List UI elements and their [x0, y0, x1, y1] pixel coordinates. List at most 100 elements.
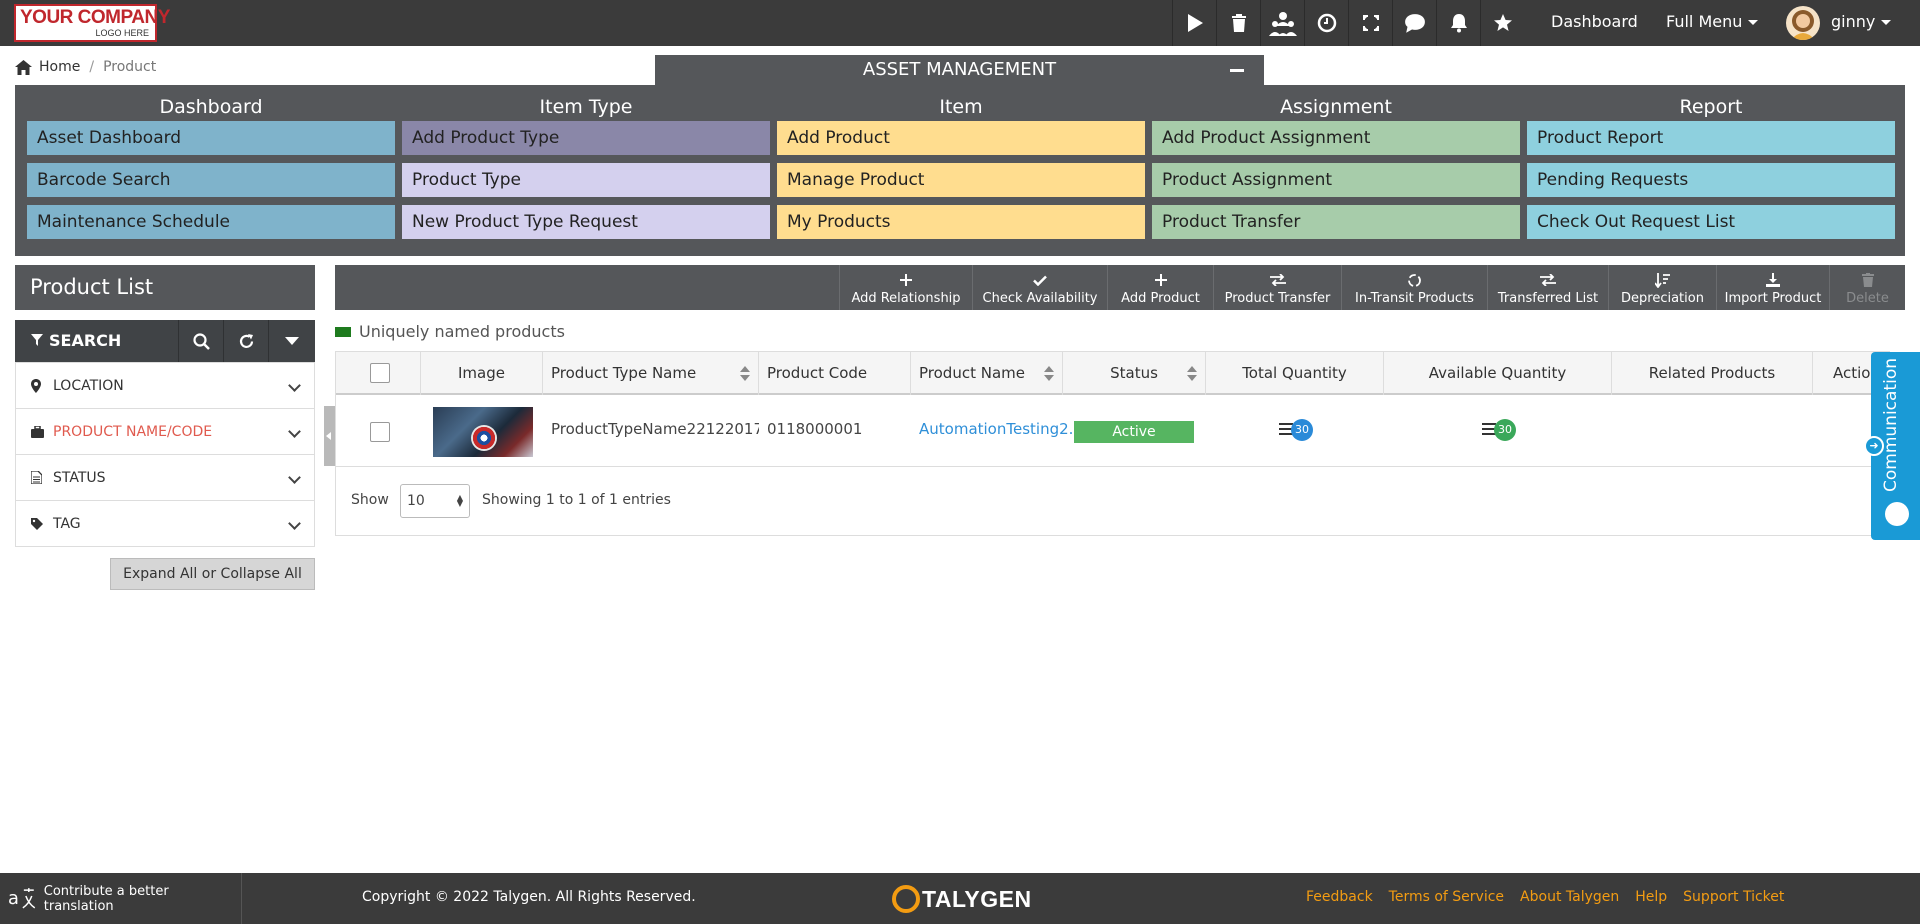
column-header-product-type-name[interactable]: Product Type Name: [543, 352, 759, 395]
menu-item-maintenance-schedule[interactable]: Maintenance Schedule: [27, 205, 395, 239]
add-product-button[interactable]: Add Product: [1107, 265, 1213, 310]
footer-link-help[interactable]: Help: [1635, 889, 1667, 905]
bell-icon[interactable]: [1436, 0, 1480, 46]
menu-item-product-assignment[interactable]: Product Assignment: [1152, 163, 1520, 197]
cell-product-name-link[interactable]: AutomationTesting2...: [919, 420, 1083, 438]
filter-location[interactable]: LOCATION: [16, 362, 314, 408]
page-title: Product List: [15, 265, 315, 310]
map-marker-icon: [31, 378, 45, 393]
top-navigation-bar: YOUR COMPANY LOGO HERE Dashboard Full Me…: [0, 0, 1920, 46]
search-label-text: SEARCH: [49, 331, 122, 350]
collapse-minus-icon[interactable]: [1230, 69, 1244, 72]
people-icon[interactable]: [1260, 0, 1304, 46]
table-header: Image Product Type Name Product Code Pro…: [336, 352, 1890, 395]
svg-text:a: a: [8, 887, 19, 908]
add-relationship-button[interactable]: Add Relationship: [839, 265, 972, 310]
translate-icon: a: [8, 887, 36, 908]
translation-button[interactable]: a Contribute a better translation: [0, 873, 242, 924]
menu-heading-report: Report: [1679, 96, 1743, 118]
column-header-status-label: Status: [1110, 364, 1158, 382]
refresh-button[interactable]: [224, 320, 269, 362]
tag-icon: [31, 517, 45, 530]
total-quantity-button[interactable]: 30: [1279, 418, 1319, 442]
search-label[interactable]: SEARCH: [15, 320, 179, 362]
caret-down-icon: [284, 337, 299, 345]
footer-link-about[interactable]: About Talygen: [1520, 889, 1619, 905]
chevron-down-icon: [288, 471, 301, 484]
menu-item-pending-requests[interactable]: Pending Requests: [1527, 163, 1895, 197]
row-checkbox[interactable]: [370, 422, 390, 442]
clock-icon[interactable]: [1304, 0, 1348, 46]
depreciation-button[interactable]: Depreciation: [1608, 265, 1716, 310]
filter-status[interactable]: STATUS: [16, 454, 314, 500]
menu-item-add-product-assignment[interactable]: Add Product Assignment: [1152, 121, 1520, 155]
add-product-label: Add Product: [1121, 291, 1200, 306]
filter-product-name-code[interactable]: PRODUCT NAME/CODE: [16, 408, 314, 454]
breadcrumb-current: Product: [103, 59, 157, 75]
check-availability-label: Check Availability: [982, 291, 1098, 306]
full-menu-dropdown[interactable]: Full Menu: [1666, 12, 1759, 31]
chevron-down-icon: [288, 425, 301, 438]
in-transit-products-label: In-Transit Products: [1355, 291, 1474, 306]
menu-item-check-out-request-list[interactable]: Check Out Request List: [1527, 205, 1895, 239]
company-logo[interactable]: YOUR COMPANY LOGO HERE: [14, 4, 170, 42]
dashboard-link[interactable]: Dashboard: [1551, 12, 1638, 31]
play-icon[interactable]: [1172, 0, 1216, 46]
star-icon[interactable]: [1480, 0, 1524, 46]
import-product-button[interactable]: Import Product: [1716, 265, 1829, 310]
search-options-dropdown[interactable]: [269, 320, 314, 362]
table-row[interactable]: ProductTypeName2212201707C 0118000001 Au…: [336, 397, 1890, 467]
search-bar: SEARCH: [15, 320, 315, 362]
filter-product-name-code-label: PRODUCT NAME/CODE: [53, 423, 213, 440]
menu-item-product-type[interactable]: Product Type: [402, 163, 770, 197]
user-menu-dropdown[interactable]: ginny: [1831, 12, 1892, 31]
menu-item-manage-product[interactable]: Manage Product: [777, 163, 1145, 197]
expand-collapse-all-button[interactable]: Expand All or Collapse All: [110, 558, 315, 590]
select-all-checkbox[interactable]: [370, 363, 390, 383]
breadcrumb: Home / Product: [15, 59, 156, 75]
menu-item-add-product[interactable]: Add Product: [777, 121, 1145, 155]
add-relationship-label: Add Relationship: [851, 291, 961, 306]
menu-item-barcode-search[interactable]: Barcode Search: [27, 163, 395, 197]
fullscreen-icon[interactable]: [1348, 0, 1392, 46]
legend: Uniquely named products: [335, 322, 565, 341]
sort-icon: [1187, 366, 1197, 382]
chat-icon[interactable]: [1392, 0, 1436, 46]
available-quantity-button[interactable]: 30: [1482, 418, 1522, 442]
check-availability-button[interactable]: Check Availability: [972, 265, 1107, 310]
sidebar-collapse-handle[interactable]: [324, 406, 335, 466]
entries-info: Showing 1 to 1 of 1 entries: [482, 492, 671, 508]
menu-item-product-transfer[interactable]: Product Transfer: [1152, 205, 1520, 239]
column-header-product-name[interactable]: Product Name: [911, 352, 1063, 395]
menu-item-asset-dashboard[interactable]: Asset Dashboard: [27, 121, 395, 155]
menu-item-new-product-type-request[interactable]: New Product Type Request: [402, 205, 770, 239]
transferred-list-button[interactable]: Transferred List: [1487, 265, 1608, 310]
exchange-icon: [1214, 271, 1341, 289]
status-badge: Active: [1074, 421, 1194, 443]
menu-item-add-product-type[interactable]: Add Product Type: [402, 121, 770, 155]
column-header-total-quantity: Total Quantity: [1206, 352, 1384, 395]
product-transfer-button[interactable]: Product Transfer: [1213, 265, 1341, 310]
exchange-icon: [1488, 271, 1608, 289]
in-transit-products-button[interactable]: In-Transit Products: [1341, 265, 1487, 310]
chevron-down-icon: [288, 379, 301, 392]
delete-button[interactable]: Delete: [1829, 265, 1905, 310]
menu-item-my-products[interactable]: My Products: [777, 205, 1145, 239]
communication-tab[interactable]: ➜ Communication: [1864, 352, 1920, 540]
page-size-select[interactable]: 10 ▲ ▼: [400, 484, 470, 518]
home-icon: [15, 59, 32, 75]
footer-link-support-ticket[interactable]: Support Ticket: [1683, 889, 1784, 905]
menu-item-product-report[interactable]: Product Report: [1527, 121, 1895, 155]
talygen-logo-icon: [892, 885, 920, 913]
column-header-status[interactable]: Status: [1063, 352, 1206, 395]
search-button[interactable]: [179, 320, 224, 362]
footer-links: Feedback Terms of Service About Talygen …: [1306, 889, 1800, 905]
breadcrumb-home[interactable]: Home: [39, 59, 80, 75]
logo-here-text: LOGO HERE: [95, 28, 149, 38]
filter-tag[interactable]: TAG: [16, 500, 314, 546]
footer-link-feedback[interactable]: Feedback: [1306, 889, 1373, 905]
toolbar-icons: [1172, 0, 1524, 46]
avatar[interactable]: [1786, 6, 1820, 40]
trash-icon[interactable]: [1216, 0, 1260, 46]
footer-link-terms[interactable]: Terms of Service: [1389, 889, 1504, 905]
